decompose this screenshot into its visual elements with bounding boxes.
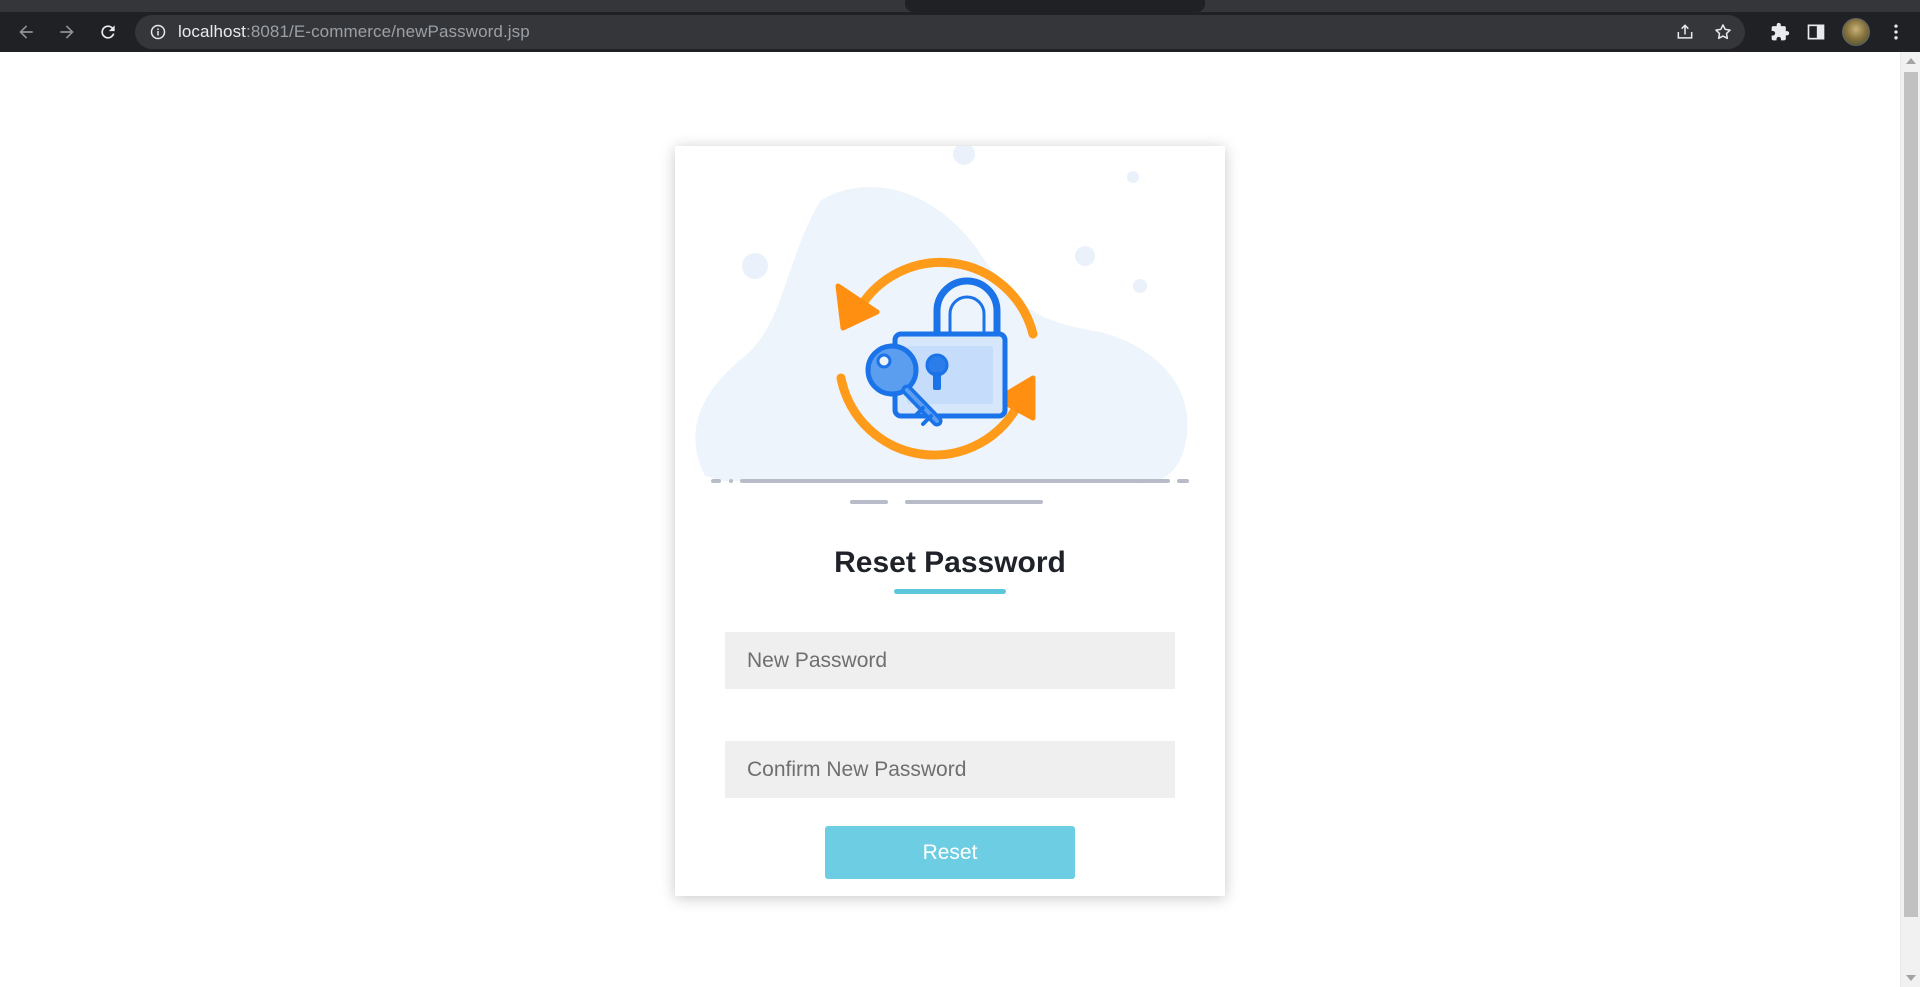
page-viewport: Reset Password Reset bbox=[0, 52, 1920, 987]
active-tab[interactable] bbox=[905, 0, 1205, 12]
url-text: localhost:8081/E-commerce/newPassword.js… bbox=[178, 22, 530, 42]
info-icon[interactable] bbox=[150, 24, 166, 40]
new-password-input[interactable] bbox=[725, 632, 1175, 689]
side-panel-icon[interactable] bbox=[1806, 22, 1826, 42]
reload-button[interactable] bbox=[92, 16, 124, 48]
url-host: localhost bbox=[178, 22, 246, 41]
back-button[interactable] bbox=[10, 16, 42, 48]
forward-button[interactable] bbox=[51, 16, 83, 48]
page-title: Reset Password bbox=[834, 546, 1066, 579]
title-underline bbox=[894, 589, 1006, 594]
scrollbar-thumb[interactable] bbox=[1904, 72, 1918, 917]
avatar[interactable] bbox=[1842, 18, 1870, 46]
reload-icon bbox=[101, 25, 115, 39]
share-icon[interactable] bbox=[1675, 22, 1695, 42]
scroll-down-arrow[interactable] bbox=[1906, 975, 1916, 981]
url-path: :8081/E-commerce/newPassword.jsp bbox=[246, 22, 530, 41]
puzzle-icon[interactable] bbox=[1770, 22, 1790, 42]
reset-password-card: Reset Password Reset bbox=[675, 146, 1225, 896]
arrow-right-icon bbox=[60, 25, 74, 39]
tab-strip bbox=[0, 0, 1920, 12]
address-bar[interactable]: localhost:8081/E-commerce/newPassword.js… bbox=[135, 15, 1745, 49]
confirm-new-password-input[interactable] bbox=[725, 741, 1175, 798]
padlock-key-refresh-icon bbox=[695, 146, 1189, 504]
kebab-menu-icon[interactable] bbox=[1886, 22, 1906, 42]
star-icon[interactable] bbox=[1713, 22, 1733, 42]
reset-button[interactable]: Reset bbox=[825, 826, 1075, 879]
scroll-up-arrow[interactable] bbox=[1906, 58, 1916, 64]
scrollbar[interactable] bbox=[1900, 52, 1920, 987]
browser-toolbar: localhost:8081/E-commerce/newPassword.js… bbox=[0, 12, 1920, 52]
arrow-left-icon bbox=[19, 25, 33, 39]
